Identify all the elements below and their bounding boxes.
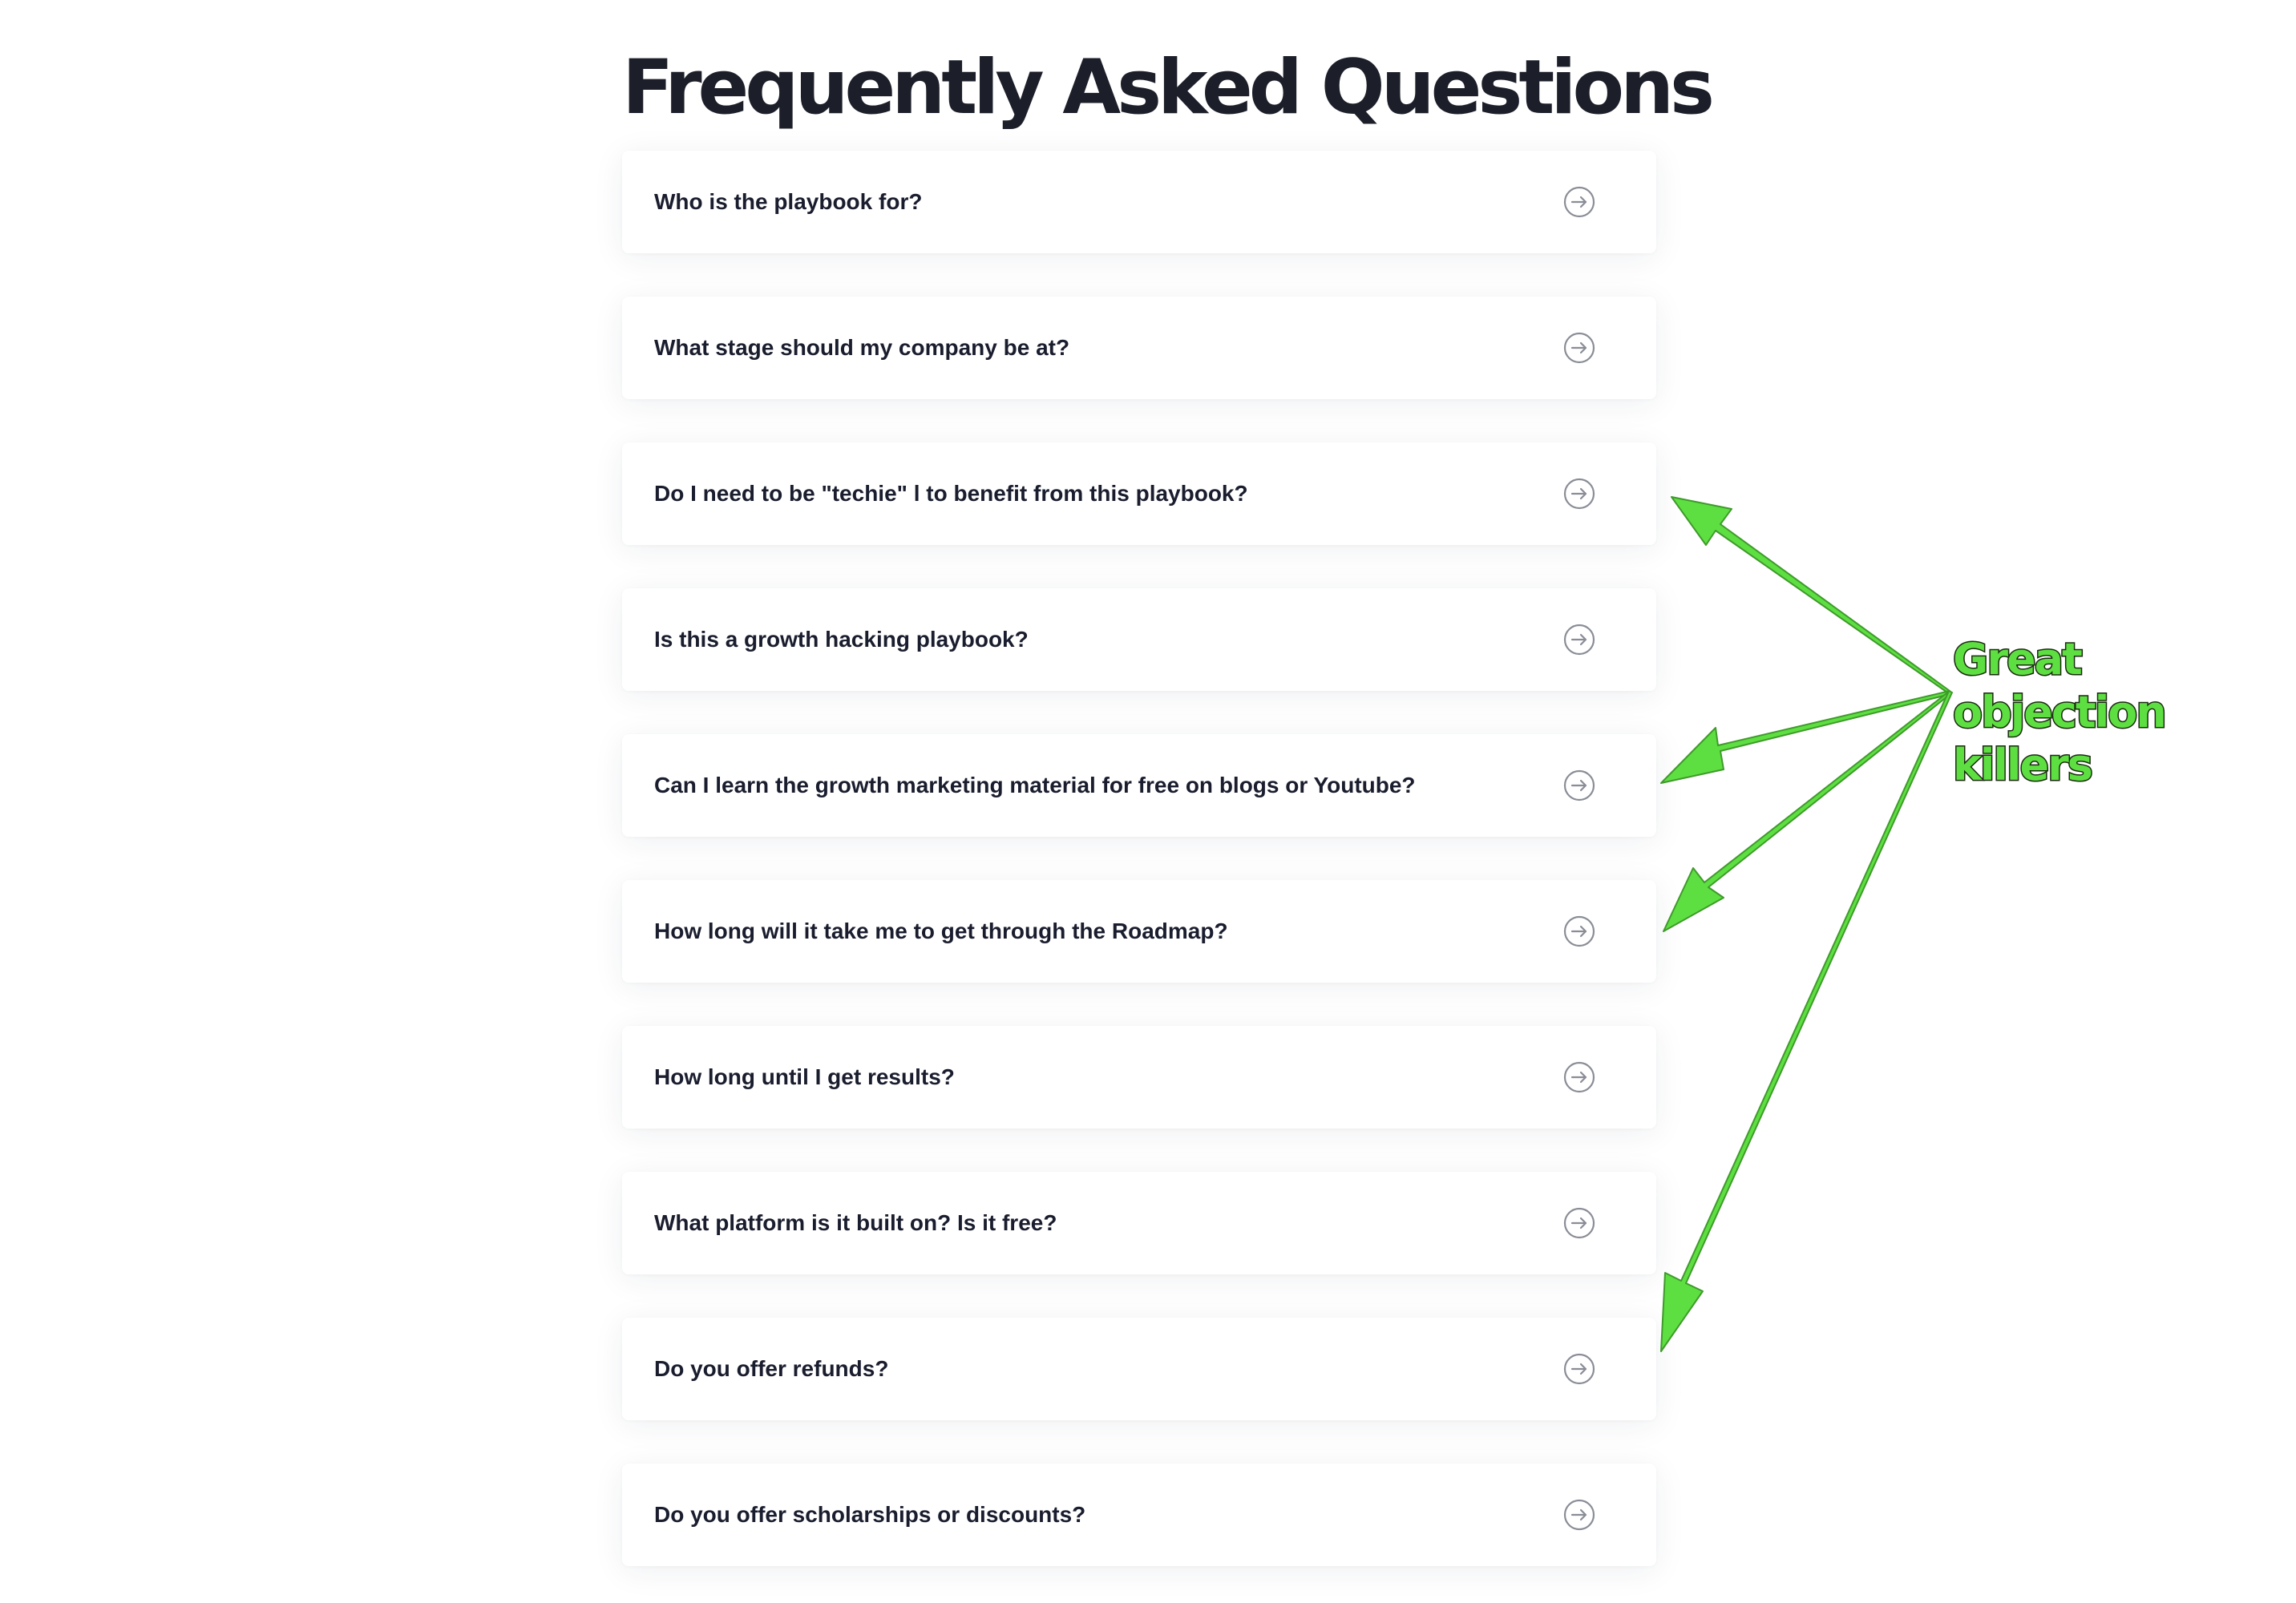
annotation-line-1: Great objection: [1952, 633, 2169, 739]
faq-question: Who is the playbook for?: [654, 189, 923, 214]
annotation-label: Great objection killers: [1952, 633, 2290, 792]
annotation-arrow-refunds: [1660, 690, 1953, 1352]
page-title: Frequently Asked Questions: [622, 44, 1715, 131]
annotation-arrow-techie: [1671, 496, 1950, 695]
arrow-right-circle-icon[interactable]: [1563, 915, 1595, 947]
faq-item-results-time[interactable]: How long until I get results?: [622, 1026, 1656, 1129]
arrow-right-circle-icon[interactable]: [1563, 1061, 1595, 1093]
arrow-right-circle-icon[interactable]: [1563, 1207, 1595, 1239]
annotation-arrow-roadmap: [1663, 690, 1952, 932]
annotation-arrow-learn-for-free: [1660, 690, 1951, 784]
faq-item-scholarships[interactable]: Do you offer scholarships or discounts?: [622, 1464, 1656, 1566]
arrow-right-circle-icon[interactable]: [1563, 186, 1595, 218]
faq-question: What stage should my company be at?: [654, 335, 1070, 360]
faq-item-growth-hacking[interactable]: Is this a growth hacking playbook?: [622, 588, 1656, 691]
annotation-line-2: killers: [1952, 739, 2095, 792]
arrow-right-circle-icon[interactable]: [1563, 624, 1595, 656]
faq-item-who-is-it-for[interactable]: Who is the playbook for?: [622, 151, 1656, 253]
arrow-right-circle-icon[interactable]: [1563, 478, 1595, 510]
faq-question: Can I learn the growth marketing materia…: [654, 773, 1416, 797]
faq-question: Do you offer refunds?: [654, 1356, 889, 1381]
arrow-right-circle-icon[interactable]: [1563, 769, 1595, 802]
faq-item-roadmap-duration[interactable]: How long will it take me to get through …: [622, 880, 1656, 983]
faq-question: Is this a growth hacking playbook?: [654, 627, 1029, 652]
faq-question: What platform is it built on? Is it free…: [654, 1210, 1057, 1235]
faq-item-learn-for-free[interactable]: Can I learn the growth marketing materia…: [622, 734, 1656, 837]
faq-question: How long will it take me to get through …: [654, 919, 1228, 943]
faq-item-techie[interactable]: Do I need to be "techie" l to benefit fr…: [622, 442, 1656, 545]
faq-question: Do I need to be "techie" l to benefit fr…: [654, 481, 1248, 506]
arrow-right-circle-icon[interactable]: [1563, 332, 1595, 364]
arrow-right-circle-icon[interactable]: [1563, 1353, 1595, 1385]
faq-item-company-stage[interactable]: What stage should my company be at?: [622, 297, 1656, 399]
faq-question: Do you offer scholarships or discounts?: [654, 1502, 1086, 1527]
faq-item-refunds[interactable]: Do you offer refunds?: [622, 1318, 1656, 1420]
arrow-right-circle-icon[interactable]: [1563, 1499, 1595, 1531]
faq-item-platform[interactable]: What platform is it built on? Is it free…: [622, 1172, 1656, 1274]
faq-question: How long until I get results?: [654, 1064, 955, 1089]
